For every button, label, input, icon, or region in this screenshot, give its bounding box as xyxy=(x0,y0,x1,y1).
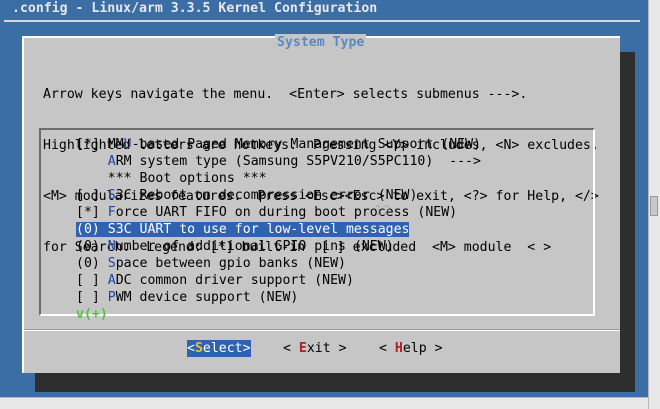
help-button-hotkey: H xyxy=(394,341,403,356)
title-underline xyxy=(4,20,640,22)
window-title: .config - Linux/arm 3.3.5 Kernel Configu… xyxy=(12,1,378,16)
menu-item-label: -based Paged Memory Management Support (… xyxy=(131,137,481,152)
select-button[interactable]: <Select> xyxy=(187,340,251,357)
more-items-indicator: v(+) xyxy=(76,307,108,322)
menu-item-hotkey: S xyxy=(107,188,116,203)
menu-item-text: [ ] ADC common driver support (NEW) xyxy=(76,273,354,288)
menu-item[interactable]: [*] MMU-based Paged Memory Management Su… xyxy=(76,136,596,153)
menu-item-text: (0) S3C UART to use for low-level messag… xyxy=(76,222,410,237)
vertical-scrollbar-thumb[interactable] xyxy=(650,196,658,216)
help-button[interactable]: < Help > xyxy=(379,340,443,357)
help-button-post: elp > xyxy=(402,341,443,356)
watermark: ...12 xyxy=(362,204,391,219)
select-button-post: elect> xyxy=(202,341,251,356)
menu-item-hotkey: U xyxy=(123,137,132,152)
menu-item-prefix: (0) xyxy=(76,222,108,237)
menu-item[interactable]: [ ] PWM device support (NEW) xyxy=(76,289,596,306)
menu-item[interactable]: ARM system type (Samsung S5PV210/S5PC110… xyxy=(76,153,596,170)
menu-item-text: (0) Number of additional GPIO pins (NEW) xyxy=(76,239,394,254)
menu-item-hotkey: A xyxy=(107,273,116,288)
menu-item-hotkey: S xyxy=(107,222,116,237)
exit-button[interactable]: < Exit > xyxy=(283,340,347,357)
menu-item-label: umber of additional GPIO pins (NEW) xyxy=(115,239,394,254)
menu-item-hotkey: A xyxy=(107,154,116,169)
horizontal-scrollbar[interactable] xyxy=(0,397,648,409)
button-separator xyxy=(24,329,620,331)
menu-item-prefix: (0) xyxy=(76,256,108,271)
menu-item-prefix xyxy=(76,154,108,169)
menu-list: [*] MMU-based Paged Memory Management Su… xyxy=(76,136,596,306)
menu-item-hotkey: N xyxy=(107,239,116,254)
menu-item-prefix: [*] xyxy=(76,205,108,220)
menu-item-label: DC common driver support (NEW) xyxy=(115,273,354,288)
menu-item-text: [*] MMU-based Paged Memory Management Su… xyxy=(76,137,481,152)
select-button-hotkey: S xyxy=(194,341,203,356)
exit-button-hotkey: E xyxy=(298,341,307,356)
menu-item[interactable]: (0) Space between gpio banks (NEW) xyxy=(76,255,596,272)
menu-item-label: 3C Reboot on decompression error (NEW) xyxy=(115,188,418,203)
menu-item-text: [*] Force UART FIFO on during boot proce… xyxy=(76,205,457,220)
menu-item-text: ARM system type (Samsung S5PV210/S5PC110… xyxy=(76,154,481,169)
dialog-title: System Type xyxy=(275,34,367,51)
menu-item-label: pace between gpio banks (NEW) xyxy=(115,256,346,271)
menu-item-text: [ ] PWM device support (NEW) xyxy=(76,290,298,305)
menu-item-prefix: [*] xyxy=(76,137,108,152)
exit-button-post: xit > xyxy=(306,341,347,356)
menu-item-prefix xyxy=(76,171,108,186)
menu-item-hotkey: P xyxy=(107,290,116,305)
menu-item[interactable]: [*] Force UART FIFO on during boot proce… xyxy=(76,204,596,221)
menu-item-text: [ ] S3C Reboot on decompression error (N… xyxy=(76,188,417,203)
menu-item-text: (0) Space between gpio banks (NEW) xyxy=(76,256,346,271)
menu-item[interactable]: [ ] ADC common driver support (NEW) xyxy=(76,272,596,289)
menu-item-hotkey: S xyxy=(107,256,116,271)
menu-item-label: WM device support (NEW) xyxy=(115,290,299,305)
help-button-pre: < xyxy=(379,341,395,356)
menu-item-text: *** Boot options *** xyxy=(76,171,267,186)
exit-button-pre: < xyxy=(283,341,299,356)
menu-item-label: orce UART FIFO on during boot process (N… xyxy=(115,205,458,220)
menu-item-label: *** Boot options *** xyxy=(107,171,267,186)
menu-item-hotkey: F xyxy=(107,205,116,220)
help-line: Arrow keys navigate the menu. <Enter> se… xyxy=(43,87,528,102)
menu-item[interactable]: [ ] S3C Reboot on decompression error (N… xyxy=(76,187,596,204)
menu-item-label: 3C UART to use for low-level messages xyxy=(115,222,410,237)
menu-item-prefix: [ ] xyxy=(76,273,108,288)
menu-item[interactable]: (0) Number of additional GPIO pins (NEW) xyxy=(76,238,596,255)
menu-item-label: RM system type (Samsung S5PV210/S5PC110)… xyxy=(115,154,481,169)
menu-item-prefix: [ ] xyxy=(76,188,108,203)
menu-item-prefix: (0) xyxy=(76,239,108,254)
menu-item[interactable]: *** Boot options *** xyxy=(76,170,596,187)
menu-item-pre: MM xyxy=(107,137,124,152)
menu-item-prefix: [ ] xyxy=(76,290,108,305)
menu-item[interactable]: (0) S3C UART to use for low-level messag… xyxy=(76,221,596,238)
select-button-pre: < xyxy=(187,341,195,356)
